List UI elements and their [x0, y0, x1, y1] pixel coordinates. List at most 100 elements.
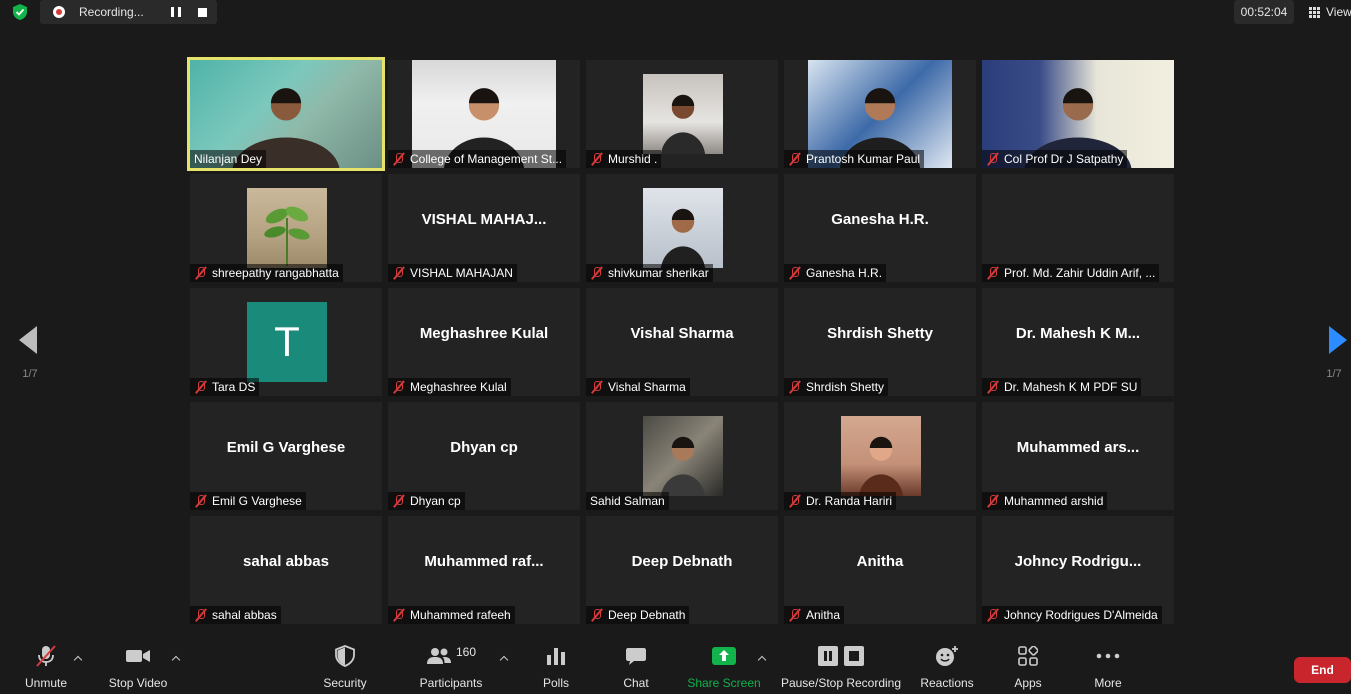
- participant-tile[interactable]: VISHAL MAHAJ... VISHAL MAHAJAN: [388, 174, 580, 282]
- video-options-chevron-icon[interactable]: [171, 654, 181, 664]
- next-page-button[interactable]: 1/7: [1318, 326, 1350, 386]
- participant-display-name: Shrdish Shetty: [827, 324, 933, 342]
- grid-view-icon: [1309, 6, 1320, 18]
- participant-display-name: Dr. Mahesh K M...: [1015, 324, 1141, 342]
- microphone-muted-icon: [194, 608, 208, 622]
- audio-options-chevron-icon[interactable]: [73, 654, 83, 664]
- participant-name: Shrdish Shetty: [806, 380, 885, 394]
- participant-tile[interactable]: Dr. Randa Hariri: [784, 402, 976, 510]
- video-camera-icon: [125, 640, 151, 672]
- participant-tile[interactable]: Vishal Sharma Vishal Sharma: [586, 288, 778, 396]
- unmute-button[interactable]: Unmute: [20, 640, 72, 694]
- participant-name-bar: Vishal Sharma: [586, 378, 690, 396]
- participant-display-name: VISHAL MAHAJ...: [421, 210, 547, 228]
- page-indicator-right: 1/7: [1326, 368, 1342, 380]
- stop-video-button[interactable]: Stop Video: [104, 640, 172, 694]
- view-button[interactable]: View: [1304, 0, 1351, 24]
- participant-tile[interactable]: Muhammed ars... Muhammed arshid: [982, 402, 1174, 510]
- pause-recording-icon[interactable]: [171, 7, 181, 17]
- pause-stop-recording-button[interactable]: Pause/Stop Recording: [780, 640, 902, 694]
- microphone-muted-icon: [788, 266, 802, 280]
- chevron-left-icon: [19, 326, 37, 354]
- participant-tile[interactable]: College of Management St...: [388, 60, 580, 168]
- previous-page-button[interactable]: 1/7: [14, 326, 46, 386]
- participant-name-bar: Dr. Randa Hariri: [784, 492, 897, 510]
- polls-label: Polls: [542, 676, 569, 690]
- participant-tile[interactable]: shreepathy rangabhatta: [190, 174, 382, 282]
- microphone-muted-icon: [590, 608, 604, 622]
- participant-name-bar: shivkumar sherikar: [586, 264, 713, 282]
- microphone-muted-icon: [194, 494, 208, 508]
- apps-button[interactable]: Apps: [1008, 640, 1048, 694]
- participant-name-bar: Emil G Varghese: [190, 492, 306, 510]
- participant-name: College of Management St...: [410, 152, 563, 166]
- participant-display-name: Ganesha H.R.: [831, 210, 929, 228]
- participant-name-bar: shreepathy rangabhatta: [190, 264, 343, 282]
- encryption-shield-icon[interactable]: [8, 2, 32, 22]
- recording-indicator: Recording...: [40, 0, 217, 24]
- participant-tile[interactable]: Sahid Salman: [586, 402, 778, 510]
- participant-name: shivkumar sherikar: [608, 266, 709, 280]
- participants-button[interactable]: 160 Participants: [418, 640, 484, 694]
- reactions-button[interactable]: Reactions: [920, 640, 974, 694]
- participant-tile[interactable]: Anitha Anitha: [784, 516, 976, 624]
- share-options-chevron-icon[interactable]: [757, 654, 767, 664]
- participant-name: Dr. Randa Hariri: [806, 494, 893, 508]
- participant-tile[interactable]: Muhammed raf... Muhammed rafeeh: [388, 516, 580, 624]
- participant-tile[interactable]: Prantosh Kumar Paul: [784, 60, 976, 168]
- security-button[interactable]: Security: [318, 640, 372, 694]
- participant-display-name: Johncy Rodrigu...: [1014, 552, 1142, 570]
- meeting-window: Recording... 00:52:04 View 1/7 1/7 Nilan…: [0, 0, 1351, 694]
- reactions-smiley-icon: [935, 640, 959, 672]
- end-meeting-button[interactable]: End: [1294, 657, 1351, 683]
- participant-name: Dr. Mahesh K M PDF SU: [1004, 380, 1138, 394]
- microphone-muted-icon: [194, 266, 208, 280]
- participant-name: Deep Debnath: [608, 608, 686, 622]
- participant-tile[interactable]: shivkumar sherikar: [586, 174, 778, 282]
- participant-display-name: Dhyan cp: [450, 438, 518, 456]
- participant-name-bar: Nilanjan Dey: [190, 150, 267, 168]
- microphone-muted-icon: [194, 380, 208, 394]
- participant-name-bar: Sahid Salman: [586, 492, 669, 510]
- participant-tile[interactable]: Emil G Varghese Emil G Varghese: [190, 402, 382, 510]
- participant-tile[interactable]: Murshid .: [586, 60, 778, 168]
- participant-tile[interactable]: Prof. Md. Zahir Uddin Arif, ...: [982, 174, 1174, 282]
- polls-button[interactable]: Polls: [536, 640, 576, 694]
- share-screen-arrow-icon: [712, 640, 736, 672]
- participant-name-bar: Ganesha H.R.: [784, 264, 887, 282]
- participants-icon: 160: [418, 640, 484, 672]
- participant-tile[interactable]: Nilanjan Dey: [187, 57, 385, 171]
- participant-name: Muhammed rafeeh: [410, 608, 511, 622]
- participant-tile[interactable]: Ganesha H.R. Ganesha H.R.: [784, 174, 976, 282]
- participants-options-chevron-icon[interactable]: [499, 654, 509, 664]
- participant-video: [643, 188, 723, 268]
- microphone-muted-icon: [392, 380, 406, 394]
- participant-name: Dhyan cp: [410, 494, 461, 508]
- security-shield-icon: [335, 640, 355, 672]
- share-screen-button[interactable]: Share Screen: [687, 640, 761, 694]
- participant-tile[interactable]: Col Prof Dr J Satpathy: [982, 60, 1174, 168]
- participant-tile[interactable]: sahal abbas sahal abbas: [190, 516, 382, 624]
- participant-tile[interactable]: Meghashree Kulal Meghashree Kulal: [388, 288, 580, 396]
- microphone-muted-icon: [33, 640, 59, 672]
- participant-tile[interactable]: T Tara DS: [190, 288, 382, 396]
- stop-recording-icon[interactable]: [198, 7, 207, 17]
- participant-name-bar: Muhammed arshid: [982, 492, 1108, 510]
- microphone-muted-icon: [788, 608, 802, 622]
- meeting-timer: 00:52:04: [1234, 0, 1294, 24]
- participant-tile[interactable]: Johncy Rodrigu... Johncy Rodrigues D'Alme…: [982, 516, 1174, 624]
- participant-display-name: Emil G Varghese: [226, 438, 346, 456]
- chat-button[interactable]: Chat: [616, 640, 656, 694]
- participant-name: Prof. Md. Zahir Uddin Arif, ...: [1004, 266, 1156, 280]
- participant-display-name: Anitha: [856, 552, 904, 570]
- chat-label: Chat: [623, 676, 649, 690]
- chat-bubble-icon: [625, 640, 647, 672]
- participant-tile[interactable]: Deep Debnath Deep Debnath: [586, 516, 778, 624]
- participant-tile[interactable]: Dhyan cp Dhyan cp: [388, 402, 580, 510]
- participant-display-name: Vishal Sharma: [630, 324, 734, 342]
- participant-video: [643, 416, 723, 496]
- participant-tile[interactable]: Dr. Mahesh K M... Dr. Mahesh K M PDF SU: [982, 288, 1174, 396]
- participant-tile[interactable]: Shrdish Shetty Shrdish Shetty: [784, 288, 976, 396]
- participant-video: [841, 416, 921, 496]
- more-button[interactable]: More: [1088, 640, 1128, 694]
